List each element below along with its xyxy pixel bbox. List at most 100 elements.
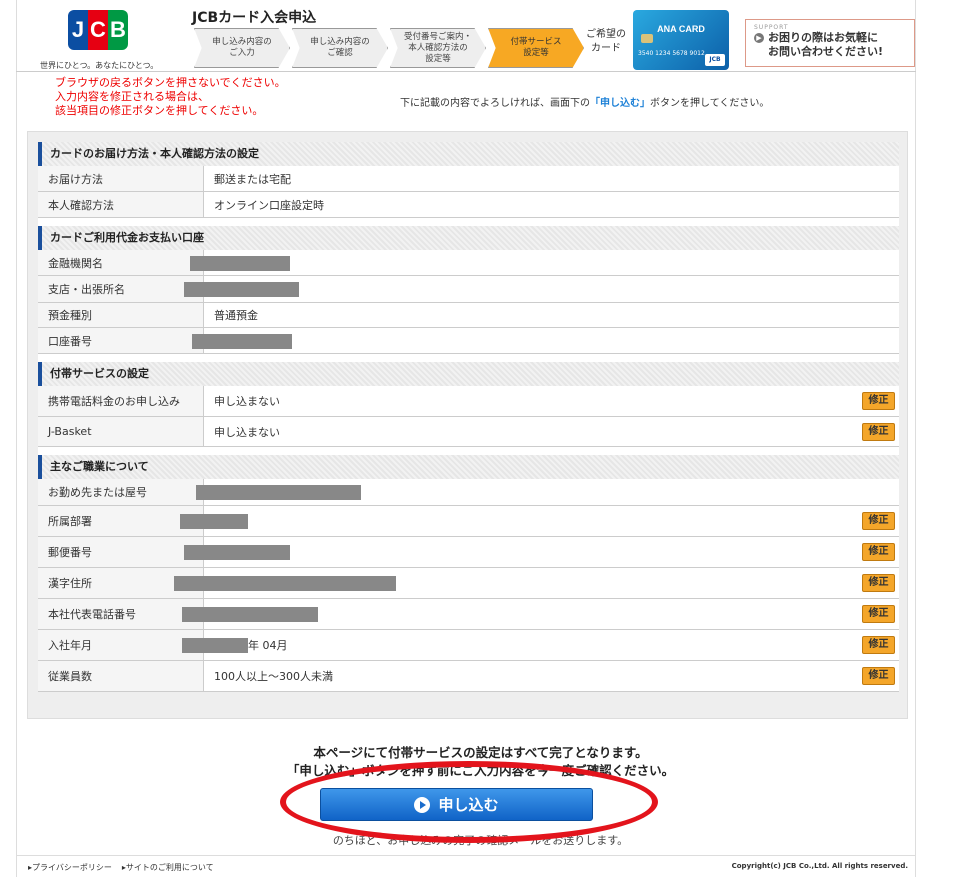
warning-line: 該当項目の修正ボタンを押してください。: [55, 104, 264, 117]
warning-line: ブラウザの戻るボタンを押さないでください。: [55, 76, 286, 89]
section: 付帯サービスの設定 携帯電話料金のお申し込み 申し込まない 修正 J-Basket 申し込…: [38, 362, 899, 447]
instruction-text: 下に記載の内容でよろしければ、画面下の「申し込む」ボタンを押してください。: [400, 98, 770, 109]
row-value: 修正: [182, 599, 899, 629]
redacted-value: [184, 282, 299, 297]
header: JCB 世界にひとつ。あなたにひとつ。 JCBカード入会申込 申し込み内容の ご…: [16, 0, 916, 72]
row-label: J-Basket: [38, 417, 204, 446]
redacted-value: [192, 333, 292, 349]
table-row: お勤め先または屋号: [38, 479, 899, 506]
privacy-link[interactable]: ▸プライバシーポリシー: [28, 863, 112, 872]
row-value: [184, 276, 899, 302]
row-label: 金融機関名: [38, 250, 204, 275]
footer: ▸プライバシーポリシー ▸サイトのご利用について Copyright(c) JCB…: [16, 855, 916, 877]
row-value: 修正: [180, 506, 899, 536]
redacted-value: [180, 514, 248, 529]
redacted-value: [190, 255, 290, 271]
table-row: 携帯電話料金のお申し込み 申し込まない 修正: [38, 386, 899, 417]
table-row: 口座番号: [38, 328, 899, 354]
row-label: 携帯電話料金のお申し込み: [38, 386, 204, 416]
table-row: 金融機関名: [38, 250, 899, 276]
edit-button[interactable]: 修正: [862, 512, 895, 530]
edit-button[interactable]: 修正: [862, 574, 895, 592]
table-row: J-Basket 申し込まない 修正: [38, 417, 899, 447]
table-row: 漢字住所 修正: [38, 568, 899, 599]
redacted-value: [184, 545, 290, 560]
row-label: お届け方法: [38, 166, 204, 191]
redacted-value: [174, 576, 396, 591]
row-value: オンライン口座設定時: [214, 198, 324, 212]
table-row: お届け方法 郵送または宅配: [38, 166, 899, 192]
copyright: Copyright(c) JCB Co.,Ltd. All rights res…: [731, 862, 908, 870]
row-value: 年 04月 修正: [182, 630, 899, 660]
row-label: 郵便番号: [38, 537, 204, 567]
redacted-value: [196, 485, 361, 500]
table-row: 本人確認方法 オンライン口座設定時: [38, 192, 899, 218]
section-title: カードのお届け方法・本人確認方法の設定: [38, 142, 899, 166]
table-row: 従業員数 100人以上～300人未満 修正: [38, 661, 899, 692]
row-value: 修正: [174, 568, 899, 598]
confirmation-panel: カードのお届け方法・本人確認方法の設定 お届け方法 郵送または宅配 本人確認方法 オンラ…: [27, 131, 908, 719]
warning-message: ブラウザの戻るボタンを押さないでください。 入力内容を修正される場合は、 該当項目の…: [55, 76, 286, 118]
support-text: ▶ お困りの際はお気軽に お問い合わせください!: [754, 31, 906, 59]
row-value: 修正: [184, 537, 899, 567]
terms-link[interactable]: ▸サイトのご利用について: [122, 863, 214, 872]
card-brand: ANA CARD: [657, 24, 705, 34]
card-number: 3540 1234 5678 9012: [638, 50, 705, 57]
jcb-mark-icon: JCB: [705, 54, 725, 66]
row-value: [190, 250, 899, 275]
step-4: 付帯サービス 設定等: [488, 28, 584, 68]
progress-steps: 申し込み内容の ご入力 申し込み内容の ご確認 受付番号ご案内・ 本人確認方法の 設…: [194, 28, 586, 68]
table-row: 所属部署 修正: [38, 506, 899, 537]
row-label: 口座番号: [38, 328, 204, 353]
warning-line: 入力内容を修正される場合は、: [55, 90, 209, 103]
wish-card-label: ご希望の カード: [586, 29, 626, 54]
step-3: 受付番号ご案内・ 本人確認方法の 設定等: [390, 28, 486, 68]
row-value: 申し込まない 修正: [204, 417, 899, 446]
row-label: 本社代表電話番号: [38, 599, 204, 629]
edit-button[interactable]: 修正: [862, 543, 895, 561]
edit-button[interactable]: 修正: [862, 392, 895, 410]
row-label: お勤め先または屋号: [38, 479, 204, 505]
redacted-value: [182, 607, 318, 622]
row-label: 従業員数: [38, 661, 204, 691]
slogan: 世界にひとつ。あなたにひとつ。: [40, 61, 159, 70]
row-value: [196, 479, 899, 505]
edit-button[interactable]: 修正: [862, 636, 895, 654]
confirmation-table: カードのお届け方法・本人確認方法の設定 お届け方法 郵送または宅配 本人確認方法 オンラ…: [38, 142, 899, 692]
table-row: 本社代表電話番号 修正: [38, 599, 899, 630]
row-value: 100人以上～300人未満 修正: [204, 661, 899, 691]
section: 主なご職業について お勤め先または屋号 所属部署 修正 郵便番号 修正 漢字住所 修正 本社代表…: [38, 455, 899, 692]
table-row: 支店・出張所名: [38, 276, 899, 303]
support-label: SUPPORT: [754, 24, 789, 31]
arrow-icon: ▶: [754, 33, 764, 43]
completion-line-1: 本ページにて付帯サービスの設定はすべて完了となります。: [313, 745, 648, 760]
jcb-logo[interactable]: JCB: [68, 10, 128, 54]
row-value: 申し込まない 修正: [204, 386, 899, 416]
section: カードご利用代金お支払い口座 金融機関名 支店・出張所名 預金種別 普通預金 口座番号: [38, 226, 899, 354]
table-row: 郵便番号 修正: [38, 537, 899, 568]
highlight-circle: [280, 761, 658, 843]
row-label: 本人確認方法: [38, 192, 204, 217]
card-image: ANA CARD 3540 1234 5678 9012 JCB: [633, 10, 729, 70]
row-value: 普通預金: [214, 309, 258, 322]
support-banner[interactable]: SUPPORT ▶ お困りの際はお気軽に お問い合わせください!: [745, 19, 915, 67]
section-title: 主なご職業について: [38, 455, 899, 479]
row-label: 預金種別: [38, 303, 204, 327]
section-title: 付帯サービスの設定: [38, 362, 899, 386]
section: カードのお届け方法・本人確認方法の設定 お届け方法 郵送または宅配 本人確認方法 オンラ…: [38, 142, 899, 218]
edit-button[interactable]: 修正: [862, 422, 895, 441]
step-2: 申し込み内容の ご確認: [292, 28, 388, 68]
table-row: 預金種別 普通預金: [38, 303, 899, 328]
chip-icon: [641, 34, 653, 43]
page-title: JCBカード入会申込: [192, 10, 317, 26]
section-title: カードご利用代金お支払い口座: [38, 226, 899, 250]
row-value: 郵送または宅配: [214, 172, 291, 186]
row-label: 入社年月: [38, 630, 204, 660]
redacted-value: [182, 638, 248, 653]
table-row: 入社年月年 04月 修正: [38, 630, 899, 661]
step-1: 申し込み内容の ご入力: [194, 28, 290, 68]
edit-button[interactable]: 修正: [862, 667, 895, 685]
row-value: [192, 328, 899, 353]
edit-button[interactable]: 修正: [862, 605, 895, 623]
row-label: 支店・出張所名: [38, 276, 204, 302]
